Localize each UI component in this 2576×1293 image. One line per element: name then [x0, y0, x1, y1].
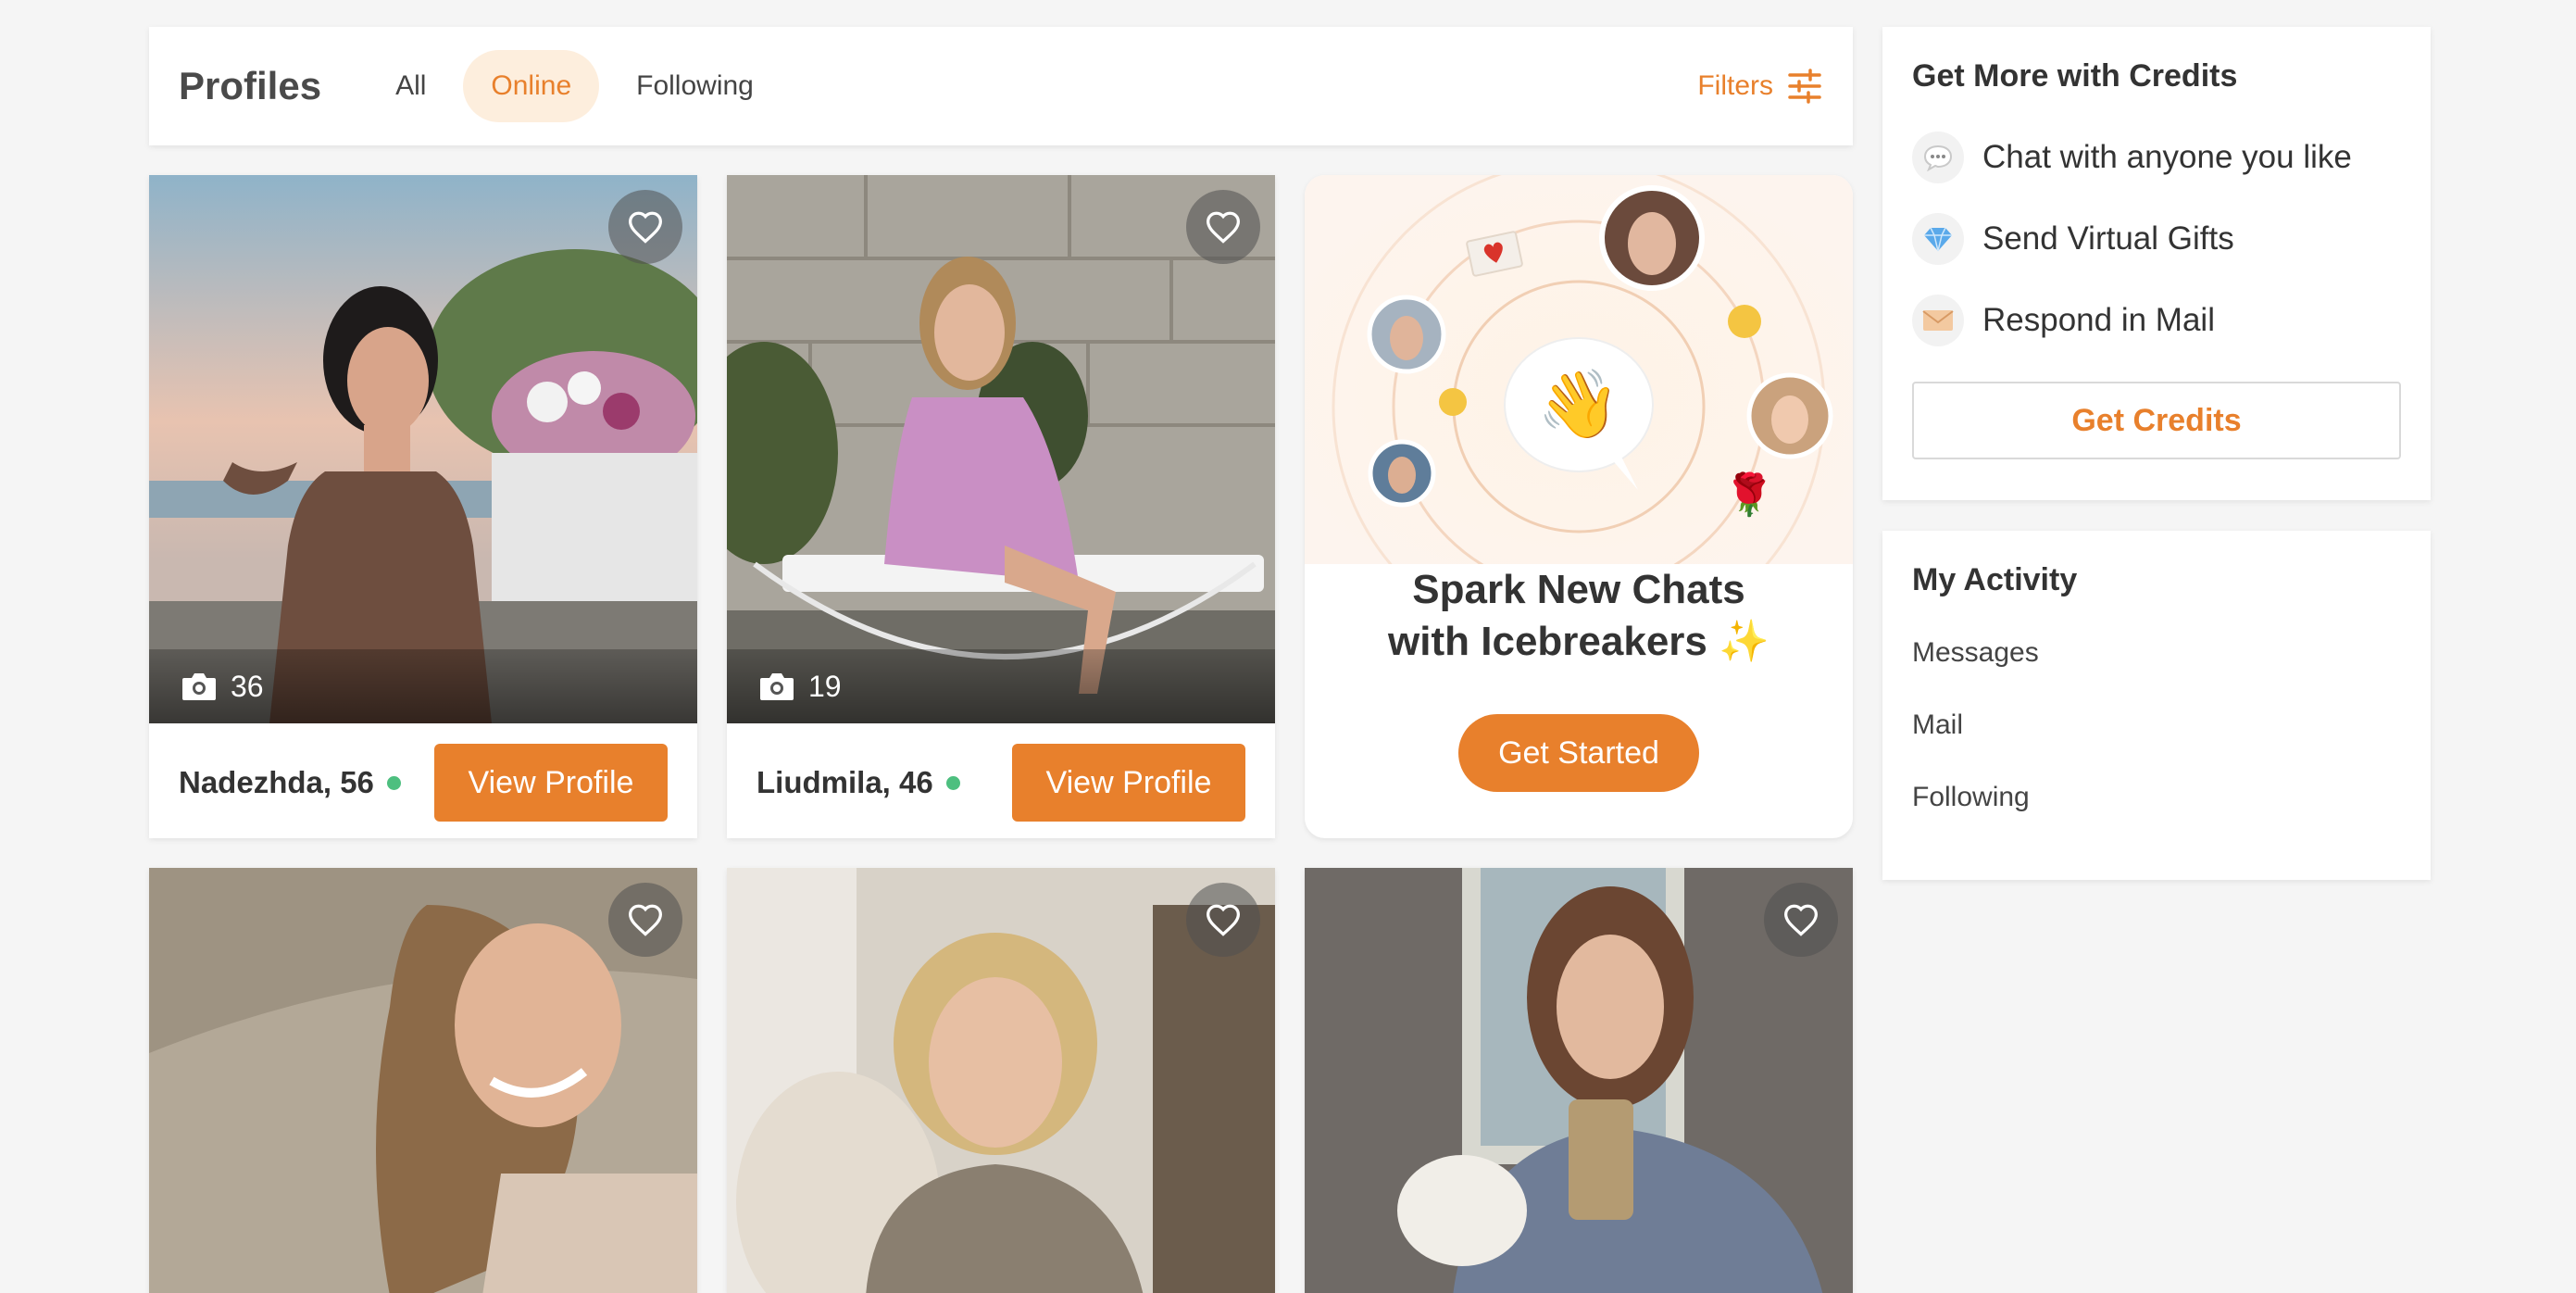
- favorite-button[interactable]: [608, 190, 682, 264]
- view-profile-button[interactable]: View Profile: [434, 744, 668, 822]
- profile-photo[interactable]: 19: [727, 175, 1275, 723]
- tab-online[interactable]: Online: [463, 50, 600, 122]
- online-indicator: [386, 775, 401, 790]
- chat-bubble-icon: [1912, 132, 1964, 183]
- photo-count-value: 36: [231, 669, 264, 703]
- sliders-icon: [1788, 69, 1821, 104]
- heart-icon: [628, 904, 663, 936]
- icebreaker-title-line2: with Icebreakers: [1388, 619, 1707, 664]
- profile-card[interactable]: [149, 868, 697, 1293]
- photo-count-value: 19: [808, 669, 842, 703]
- photo-count: 19: [727, 649, 1275, 723]
- credit-item-mail: Respond in Mail: [1912, 280, 2401, 361]
- activity-link-following[interactable]: Following: [1912, 761, 2401, 834]
- profile-name[interactable]: Nadezhda, 56: [179, 765, 374, 800]
- tab-all[interactable]: All: [368, 50, 454, 122]
- profile-card[interactable]: [1305, 868, 1853, 1293]
- credit-item-chat: Chat with anyone you like: [1912, 117, 2401, 198]
- get-credits-button[interactable]: Get Credits: [1912, 382, 2401, 459]
- profile-name[interactable]: Liudmila, 46: [757, 765, 933, 800]
- profile-photo[interactable]: 36: [149, 175, 697, 723]
- icebreaker-illustration: 👋 🌹: [1305, 175, 1853, 564]
- icebreaker-title-line1: Spark New Chats: [1412, 567, 1745, 612]
- profile-card[interactable]: 36 Nadezhda, 56 View Profile: [149, 175, 697, 838]
- activity-link-messages[interactable]: Messages: [1912, 617, 2401, 689]
- heart-icon: [628, 211, 663, 244]
- credits-panel: Get More with Credits Chat with anyone y…: [1882, 27, 2431, 500]
- icebreaker-title: Spark New Chats with Icebreakers ✨: [1305, 564, 1853, 668]
- icebreaker-title-line2-wrap: with Icebreakers ✨: [1305, 616, 1853, 668]
- favorite-button[interactable]: [608, 883, 682, 957]
- favorite-button[interactable]: [1186, 190, 1260, 264]
- camera-icon: [182, 673, 216, 700]
- online-indicator: [945, 775, 960, 790]
- heart-icon: [1783, 904, 1819, 936]
- activity-title: My Activity: [1912, 562, 2078, 597]
- activity-link-mail[interactable]: Mail: [1912, 689, 2401, 761]
- card-footer: Liudmila, 46 View Profile: [727, 723, 1275, 838]
- page: Profiles All Online Following Filters 36…: [0, 0, 2576, 1293]
- heart-icon: [1206, 904, 1241, 936]
- favorite-button[interactable]: [1186, 883, 1260, 957]
- activity-links: Messages Mail Following: [1912, 617, 2401, 834]
- icebreaker-card: 👋 🌹 Spark New Chats with Icebreakers ✨ G…: [1305, 175, 1853, 838]
- heart-icon: [1206, 211, 1241, 244]
- credits-list: Chat with anyone you like Send Virtual G…: [1912, 117, 2401, 361]
- favorite-button[interactable]: [1764, 883, 1838, 957]
- filters-label: Filters: [1697, 70, 1773, 101]
- svg-text:👋: 👋: [1537, 368, 1620, 444]
- tab-following[interactable]: Following: [608, 50, 782, 122]
- diamond-icon: [1912, 213, 1964, 265]
- profile-card[interactable]: [727, 868, 1275, 1293]
- photo-count: 36: [149, 649, 697, 723]
- profiles-header: Profiles All Online Following Filters: [149, 27, 1853, 145]
- view-profile-button[interactable]: View Profile: [1012, 744, 1245, 822]
- profile-card[interactable]: 19 Liudmila, 46 View Profile: [727, 175, 1275, 838]
- profile-photo[interactable]: [727, 868, 1275, 1293]
- svg-text:🌹: 🌹: [1724, 470, 1775, 518]
- credits-title: Get More with Credits: [1912, 58, 2238, 94]
- camera-icon: [760, 673, 794, 700]
- sparkles-icon: ✨: [1719, 619, 1769, 664]
- credit-item-label: Send Virtual Gifts: [1982, 220, 2234, 257]
- credit-item-label: Respond in Mail: [1982, 302, 2215, 338]
- credit-item-gifts: Send Virtual Gifts: [1912, 198, 2401, 280]
- card-footer: Nadezhda, 56 View Profile: [149, 723, 697, 838]
- profile-photo[interactable]: [1305, 868, 1853, 1293]
- envelope-icon: [1912, 295, 1964, 346]
- profile-photo[interactable]: [149, 868, 697, 1293]
- credit-item-label: Chat with anyone you like: [1982, 139, 2352, 175]
- page-title: Profiles: [179, 64, 322, 107]
- activity-panel: My Activity Messages Mail Following: [1882, 531, 2431, 880]
- get-started-button[interactable]: Get Started: [1458, 714, 1699, 792]
- filters-button[interactable]: Filters: [1697, 68, 1823, 105]
